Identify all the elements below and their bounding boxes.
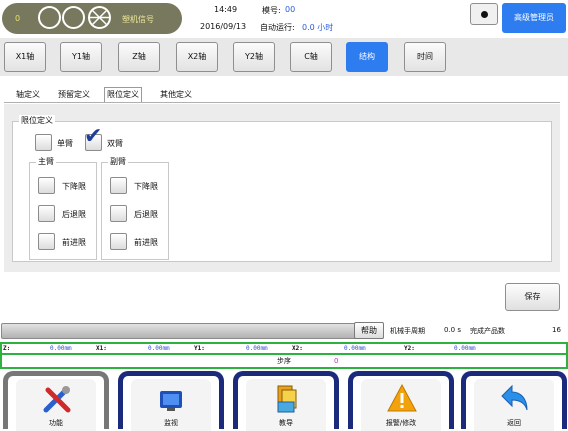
axis-tab-bar: X1轴 Y1轴 Z轴 X2轴 Y2轴 C轴 结构 时间 <box>0 38 568 76</box>
counter-value: 0 <box>15 14 21 23</box>
sub-arm-title: 副臂 <box>108 156 128 167</box>
alarm-icon <box>387 384 417 412</box>
pos-x1-value: 0.00mm <box>148 345 170 352</box>
main-arm-retreat-limit-checkbox[interactable] <box>38 205 55 222</box>
auto-run-value: 0.0 小时 <box>302 23 334 32</box>
axis-position-bar: Z: 0.00mm X1: 0.00mm Y1: 0.00mm X2: 0.00… <box>0 342 568 355</box>
nav-return-button[interactable]: 返回 <box>461 371 567 431</box>
main-arm-lower-limit-label: 下降限 <box>62 182 86 191</box>
tools-icon <box>43 386 71 413</box>
message-bar <box>1 323 384 339</box>
sub-arm-retreat-limit-checkbox[interactable] <box>110 205 127 222</box>
main-arm-advance-limit-label: 前进限 <box>62 238 86 247</box>
subtab-limit-definition[interactable]: 限位定义 <box>104 87 142 103</box>
auto-run-label: 自动运行: <box>260 23 295 32</box>
signal-indicator-panel: 0 塑机信号 <box>2 3 182 34</box>
step-label: 步序 <box>277 357 291 365</box>
tab-y2-axis[interactable]: Y2轴 <box>233 42 275 72</box>
tab-time[interactable]: 时间 <box>404 42 446 72</box>
tab-x1-axis[interactable]: X1轴 <box>4 42 46 72</box>
sub-arm-lower-limit-label: 下降限 <box>134 182 158 191</box>
sub-arm-lower-limit-checkbox[interactable] <box>110 177 127 194</box>
main-arm-group: 主臂 下降限 后退限 前进限 <box>29 156 97 260</box>
robot-cycle-value: 0.0 s <box>444 326 462 334</box>
check-icon: ✔ <box>84 124 103 149</box>
step-value: 0 <box>334 357 339 365</box>
tab-c-axis[interactable]: C轴 <box>290 42 332 72</box>
save-button[interactable]: 保存 <box>505 283 560 311</box>
teach-icon <box>277 385 297 413</box>
status-ring-icon <box>38 6 61 29</box>
pos-y1-label: Y1: <box>194 345 205 352</box>
mold-label: 模号: <box>262 6 281 15</box>
finished-products-label: 完成产品数 <box>470 327 505 335</box>
nav-monitor-label: 监视 <box>164 419 178 427</box>
tab-z-axis[interactable]: Z轴 <box>118 42 160 72</box>
double-arm-label: 双臂 <box>107 139 123 148</box>
main-arm-advance-limit-checkbox[interactable] <box>38 233 55 250</box>
user-level-button[interactable]: 高级管理员 <box>502 3 566 33</box>
nav-alarm-label: 报警/修改 <box>385 419 417 427</box>
plastic-machine-signal-label: 塑机信号 <box>122 15 154 24</box>
nav-teach-label: 教导 <box>279 419 293 427</box>
main-arm-lower-limit-checkbox[interactable] <box>38 177 55 194</box>
finished-products-value: 16 <box>552 326 561 334</box>
nav-alarm-button[interactable]: 报警/修改 <box>348 371 454 431</box>
tab-y1-axis[interactable]: Y1轴 <box>60 42 102 72</box>
pos-x1-label: X1: <box>96 345 107 352</box>
nav-teach-button[interactable]: 教导 <box>233 371 339 431</box>
nav-function-button[interactable]: 功能 <box>3 371 109 431</box>
main-arm-retreat-limit-label: 后退限 <box>62 210 86 219</box>
clock-time: 14:49 <box>214 5 238 14</box>
nav-function-label: 功能 <box>49 419 63 427</box>
mold-value: 00 <box>285 5 296 14</box>
sub-arm-group: 副臂 下降限 后退限 前进限 <box>101 156 169 260</box>
subtab-axis-definition[interactable]: 轴定义 <box>14 88 42 102</box>
pos-x2-value: 0.00mm <box>344 345 366 352</box>
step-bar: 步序 0 <box>0 355 568 369</box>
tab-structure[interactable]: 结构 <box>346 42 388 72</box>
sub-arm-advance-limit-checkbox[interactable] <box>110 233 127 250</box>
fan-icon <box>88 6 111 29</box>
pos-y2-label: Y2: <box>404 345 415 352</box>
pos-z-value: 0.00mm <box>50 345 72 352</box>
nav-monitor-button[interactable]: 监视 <box>118 371 224 431</box>
help-button[interactable]: 帮助 <box>354 322 384 339</box>
sub-arm-advance-limit-label: 前进限 <box>134 238 158 247</box>
subtab-other-definition[interactable]: 其他定义 <box>158 88 194 102</box>
robot-cycle-label: 机械手周期 <box>390 327 425 335</box>
single-arm-checkbox[interactable] <box>35 134 52 151</box>
clock-date: 2016/09/13 <box>200 22 247 31</box>
sub-arm-retreat-limit-label: 后退限 <box>134 210 158 219</box>
double-arm-checkbox[interactable]: ✔ <box>84 126 102 151</box>
subtab-reserved-definition[interactable]: 预留定义 <box>56 88 92 102</box>
pos-y2-value: 0.00mm <box>454 345 476 352</box>
tab-x2-axis[interactable]: X2轴 <box>176 42 218 72</box>
pos-z-label: Z: <box>3 345 11 352</box>
top-status-bar: 0 塑机信号 14:49 2016/09/13 模号: 00 自动运行: 0.0… <box>0 0 568 37</box>
pos-y1-value: 0.00mm <box>246 345 268 352</box>
limit-definition-panel: 限位定义 单臂 ✔ 双臂 主臂 下降限 后退限 前进限 副臂 下降限 后退限 前… <box>4 104 560 272</box>
main-arm-title: 主臂 <box>36 156 56 167</box>
return-icon <box>501 384 528 411</box>
single-arm-label: 单臂 <box>57 139 73 148</box>
screenshot-button[interactable] <box>470 3 498 25</box>
bottom-navigation: 功能 监视 教导 报警/修改 返回 <box>0 369 568 431</box>
pos-x2-label: X2: <box>292 345 303 352</box>
limit-definition-title: 限位定义 <box>19 115 55 126</box>
monitor-icon <box>160 391 182 411</box>
nav-return-label: 返回 <box>507 419 521 427</box>
subtab-divider <box>4 102 560 103</box>
limit-definition-group: 限位定义 单臂 ✔ 双臂 主臂 下降限 后退限 前进限 副臂 下降限 后退限 前… <box>12 115 552 262</box>
status-ring-icon <box>62 6 85 29</box>
